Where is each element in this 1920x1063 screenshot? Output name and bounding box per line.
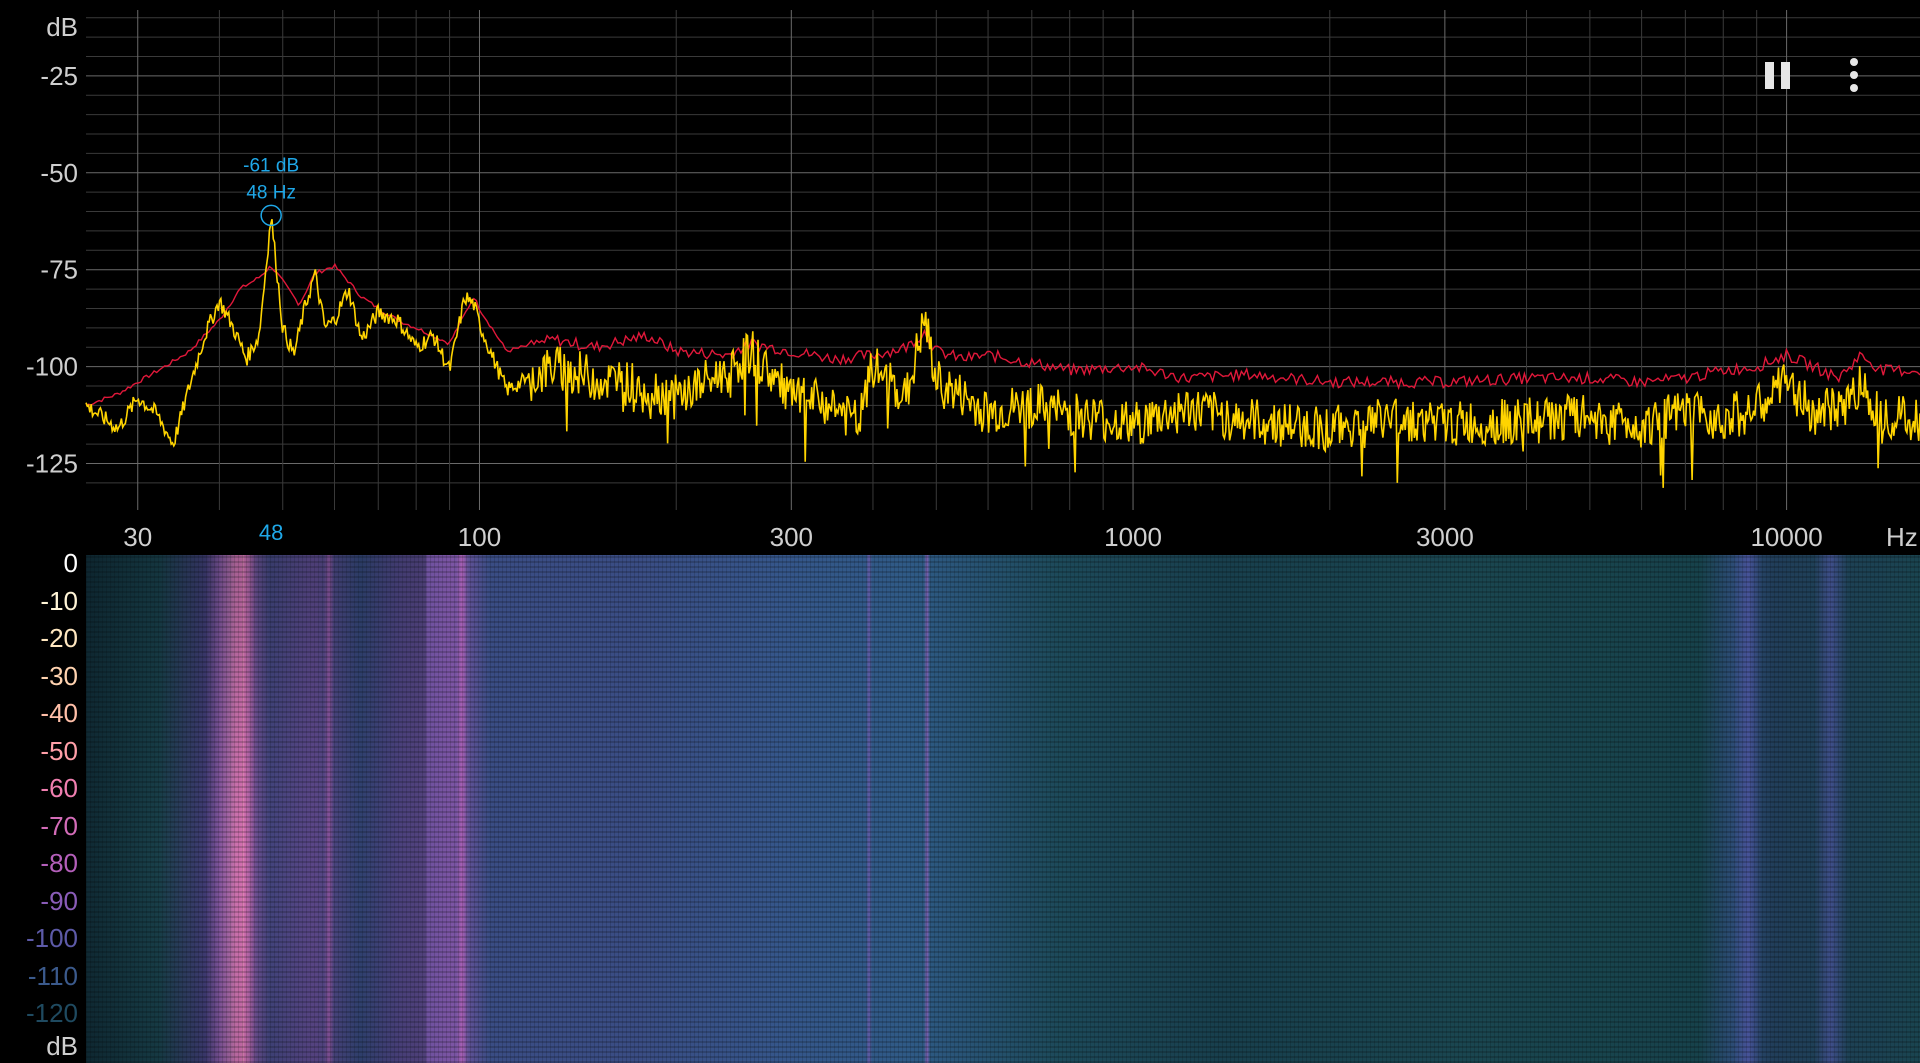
more-vert-icon <box>1850 58 1858 66</box>
colorbar-label: -60 <box>40 773 78 803</box>
pause-icon <box>1781 62 1790 89</box>
colorbar-label: -90 <box>40 885 78 916</box>
y-tick-label: -75 <box>40 255 78 285</box>
colorbar-label: -100 <box>25 923 78 953</box>
spectrogram[interactable] <box>86 555 1920 1063</box>
peak-marker[interactable]: -61 dB 48 Hz <box>243 155 299 227</box>
pause-icon <box>1765 62 1774 89</box>
colorbar-label: -80 <box>40 848 78 878</box>
colorbar-label: -110 <box>27 960 78 991</box>
peak-freq-tick: 48 <box>259 520 283 545</box>
live-spectrum-trace <box>85 218 1920 488</box>
axes: dB Hz 48 -25 -50 -75 -100 -125 30 100 300 1000 30… <box>26 12 1918 550</box>
more-options-button[interactable] <box>1844 56 1864 94</box>
spectrum-chart[interactable]: -61 dB 48 Hz dB Hz 48 -25 -50 -75 -100 -125 3… <box>0 0 1920 550</box>
y-tick-label: -50 <box>40 158 78 188</box>
colorbar-label: -70 <box>40 810 78 841</box>
more-vert-icon <box>1850 71 1858 79</box>
colorbar-label: -50 <box>40 735 78 766</box>
x-tick-label: 300 <box>770 522 813 550</box>
peak-freq-label: 48 Hz <box>246 182 296 203</box>
x-tick-label: 1000 <box>1104 522 1162 550</box>
y-tick-label: -100 <box>26 352 78 382</box>
playback-controls <box>1720 50 1920 100</box>
peak-db-label: -61 dB <box>243 155 299 176</box>
colorbar-unit: dB <box>46 1031 78 1061</box>
pause-button[interactable] <box>1762 58 1794 92</box>
colorbar-label: -120 <box>25 998 78 1028</box>
more-vert-icon <box>1850 84 1858 92</box>
colorbar-label: -30 <box>40 660 78 691</box>
colorbar-label: -40 <box>40 698 78 728</box>
audio-spectrum-analyzer: -61 dB 48 Hz dB Hz 48 -25 -50 -75 -100 -125 3… <box>0 0 1920 1063</box>
spectrogram-colorbar: 0 -10 -20 -30 -40 -50 -60 -70 -80 -90 -100 -110 -120… <box>0 550 84 1063</box>
spectrogram-shading <box>86 555 426 1063</box>
traces <box>85 218 1920 488</box>
y-tick-label: -125 <box>26 448 78 478</box>
colorbar-label: 0 <box>63 548 78 578</box>
x-tick-label: 30 <box>123 522 152 550</box>
colorbar-label: -10 <box>40 585 78 616</box>
x-tick-label: 3000 <box>1416 522 1474 550</box>
x-axis-unit: Hz <box>1886 522 1918 550</box>
y-tick-label: -25 <box>40 61 78 91</box>
y-axis-unit: dB <box>46 12 78 42</box>
colorbar-label: -20 <box>40 623 78 653</box>
x-tick-label: 100 <box>458 522 501 550</box>
x-tick-label: 10000 <box>1750 522 1822 550</box>
